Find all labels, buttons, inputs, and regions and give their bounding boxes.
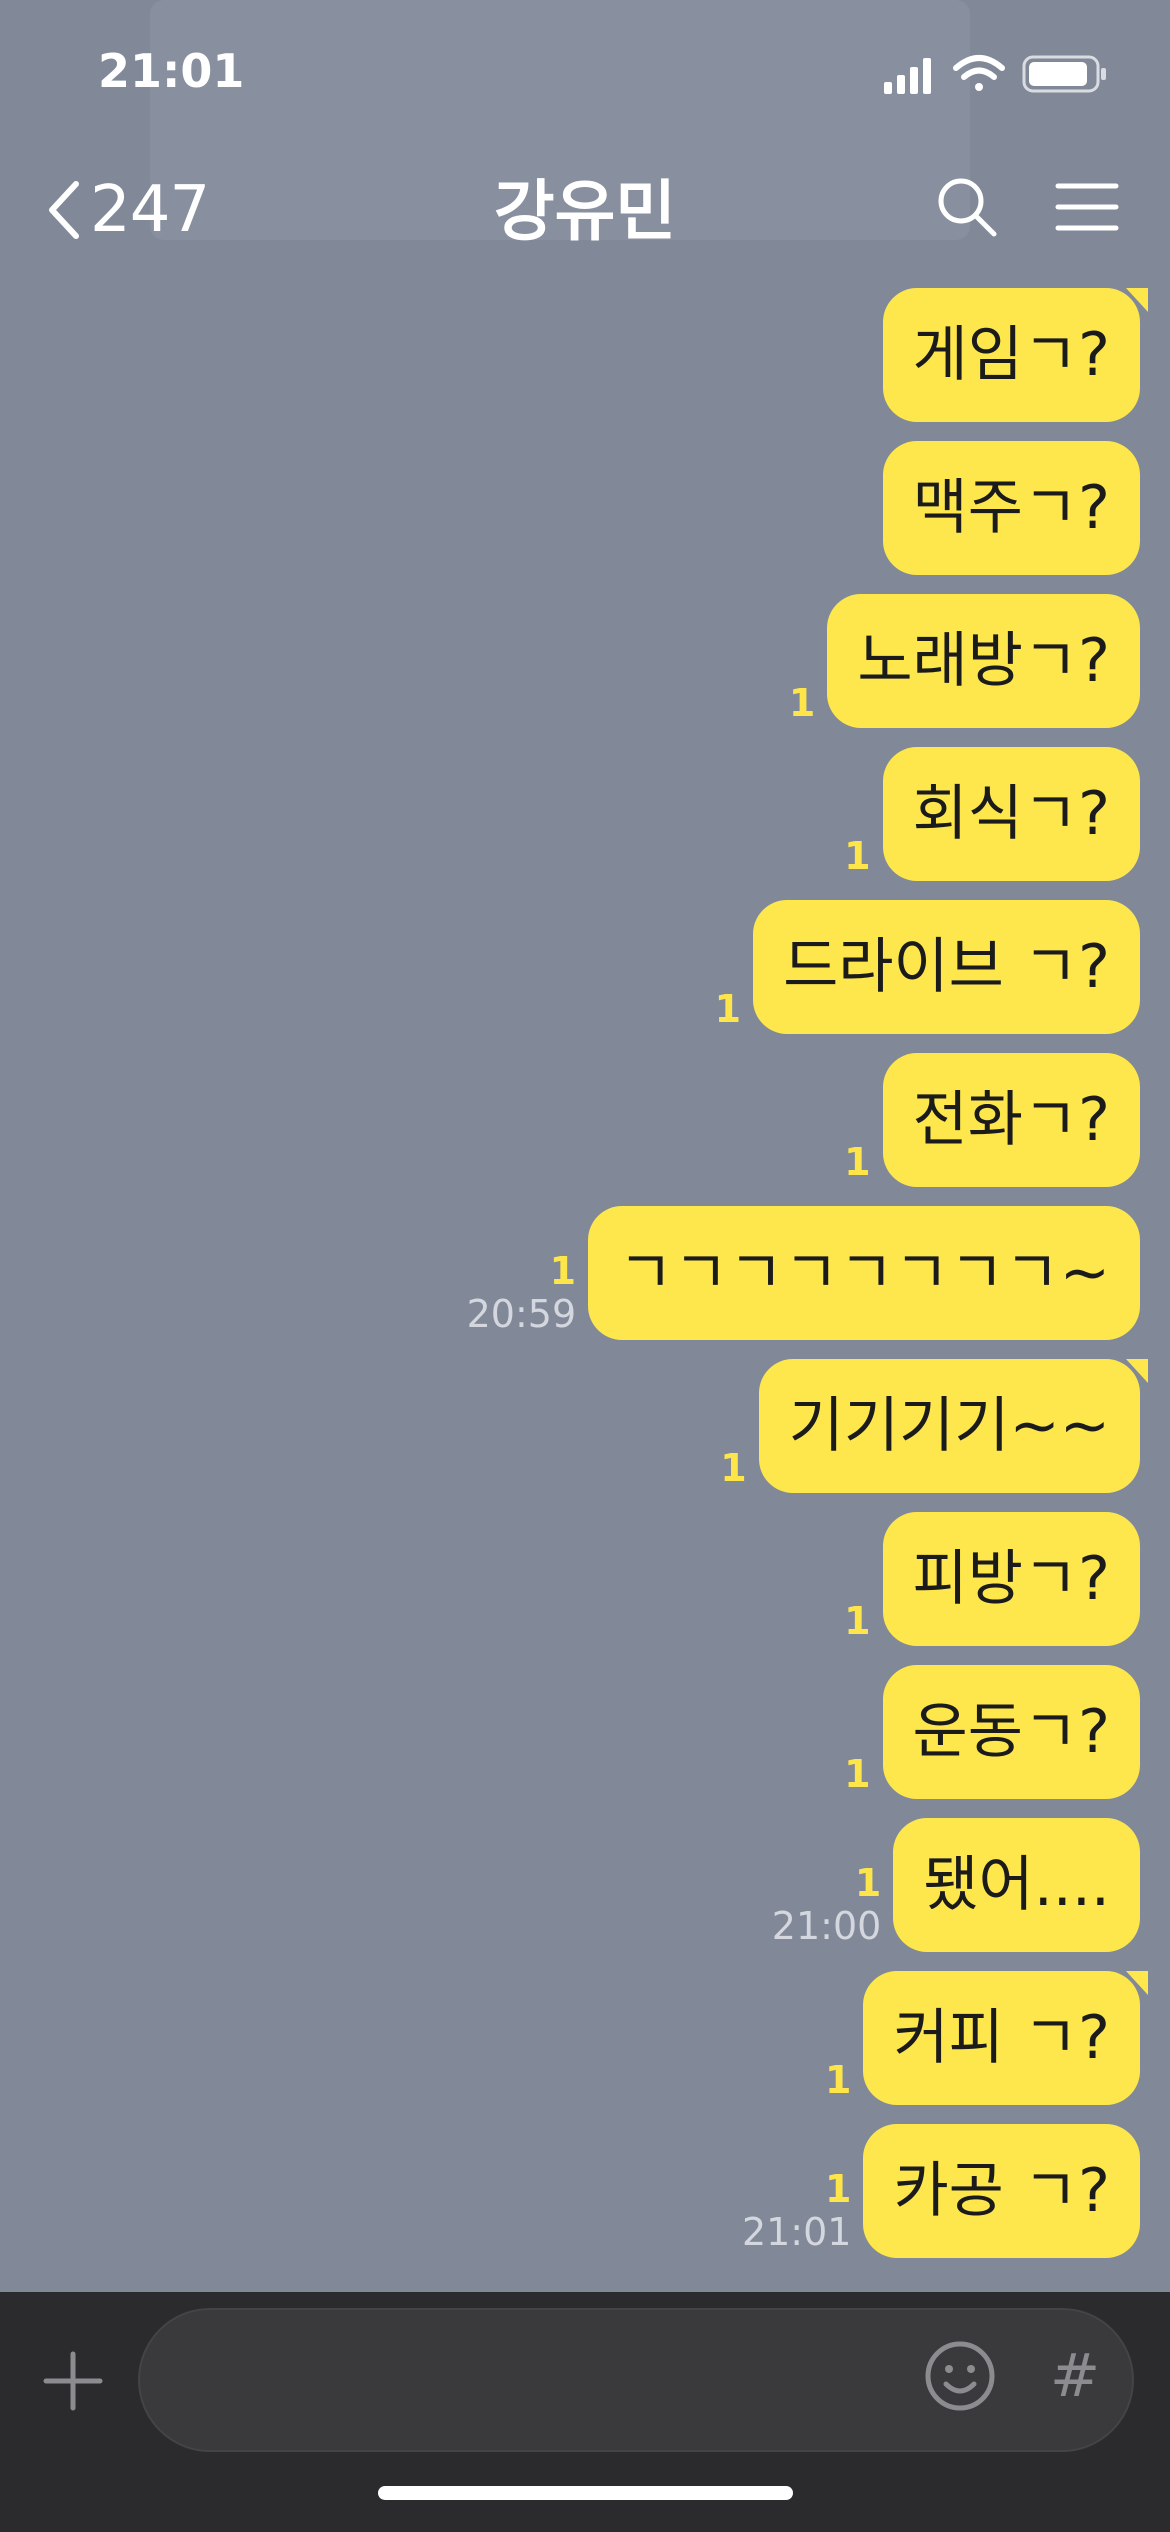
message-bubble[interactable]: 피방ㄱ? bbox=[882, 1512, 1140, 1646]
unread-count: 1 bbox=[549, 1249, 577, 1293]
wifi-icon bbox=[953, 55, 1005, 91]
message-meta: 1 bbox=[715, 988, 741, 1034]
plus-icon[interactable] bbox=[40, 2348, 106, 2414]
message-bubble[interactable]: 회식ㄱ? bbox=[882, 747, 1140, 881]
message-meta: 1 bbox=[844, 835, 870, 881]
message-bubble[interactable]: 됐어.... bbox=[893, 1818, 1140, 1952]
message-bubble[interactable]: ㄱㄱㄱㄱㄱㄱㄱㄱ~ bbox=[588, 1206, 1140, 1340]
unread-count: 1 bbox=[854, 1861, 882, 1905]
unread-count: 1 bbox=[844, 834, 871, 878]
unread-count: 1 bbox=[825, 2167, 852, 2211]
home-indicator bbox=[378, 2486, 793, 2500]
message-meta: 1 bbox=[789, 682, 815, 728]
unread-count: 1 bbox=[720, 1446, 747, 1490]
search-icon[interactable] bbox=[932, 172, 1002, 242]
message-row: 1 피방ㄱ? bbox=[844, 1512, 1140, 1646]
message-row: 1 노래방ㄱ? bbox=[789, 594, 1140, 728]
message-meta: 1 bbox=[844, 1753, 870, 1799]
message-row: 1 21:00 됐어.... bbox=[772, 1818, 1140, 1952]
message-meta: 1 bbox=[825, 2059, 851, 2105]
message-row: 1 전화ㄱ? bbox=[844, 1053, 1140, 1187]
message-bubble[interactable]: 노래방ㄱ? bbox=[827, 594, 1140, 728]
message-time: 21:00 bbox=[771, 1904, 882, 1948]
hash-icon[interactable]: # bbox=[1045, 2338, 1105, 2414]
unread-count: 1 bbox=[844, 1140, 871, 1184]
message-row: 1 드라이브 ㄱ? bbox=[715, 900, 1140, 1034]
chat-header: 247 강유민 bbox=[0, 150, 1170, 260]
message-row: 맥주ㄱ? bbox=[882, 441, 1140, 575]
message-bubble[interactable]: 운동ㄱ? bbox=[882, 1665, 1140, 1799]
unread-count: 1 bbox=[825, 2058, 852, 2102]
message-time: 21:01 bbox=[741, 2210, 852, 2254]
message-list: 게임ㄱ? 맥주ㄱ? 1 노래방ㄱ? 1 회식ㄱ? 1 드라이브 ㄱ? 1 전화ㄱ… bbox=[0, 280, 1170, 2280]
message-meta: 1 bbox=[720, 1447, 746, 1493]
message-row: 1 회식ㄱ? bbox=[844, 747, 1140, 881]
message-bubble[interactable]: 커피 ㄱ? bbox=[863, 1971, 1148, 2105]
message-bubble[interactable]: 맥주ㄱ? bbox=[882, 441, 1140, 575]
battery-icon bbox=[1022, 55, 1106, 93]
message-bubble[interactable]: 드라이브 ㄱ? bbox=[753, 900, 1140, 1034]
message-bubble[interactable]: 기기기기~~ bbox=[758, 1359, 1149, 1493]
menu-icon[interactable] bbox=[1052, 172, 1122, 242]
message-bubble[interactable]: 전화ㄱ? bbox=[882, 1053, 1140, 1187]
unread-count: 1 bbox=[788, 681, 816, 725]
message-meta: 1 21:01 bbox=[742, 2168, 852, 2258]
unread-count: 1 bbox=[714, 987, 742, 1031]
message-row: 게임ㄱ? bbox=[882, 288, 1149, 422]
message-bubble[interactable]: 카공 ㄱ? bbox=[863, 2124, 1140, 2258]
signal-icon bbox=[884, 58, 931, 94]
message-time: 20:59 bbox=[466, 1292, 577, 1336]
message-meta: 1 bbox=[844, 1600, 870, 1646]
status-time: 21:01 bbox=[98, 44, 245, 98]
status-bar: 21:01 bbox=[0, 0, 1170, 140]
message-bubble[interactable]: 게임ㄱ? bbox=[882, 288, 1149, 422]
message-row: 1 21:01 카공 ㄱ? bbox=[742, 2124, 1140, 2258]
message-row: 1 커피 ㄱ? bbox=[825, 1971, 1148, 2105]
emoji-icon[interactable] bbox=[922, 2338, 998, 2414]
message-meta: 1 20:59 bbox=[467, 1250, 577, 1340]
unread-count: 1 bbox=[844, 1752, 871, 1796]
status-icons bbox=[884, 55, 1106, 94]
message-row: 1 운동ㄱ? bbox=[844, 1665, 1140, 1799]
message-meta: 1 21:00 bbox=[772, 1862, 882, 1952]
message-row: 1 기기기기~~ bbox=[720, 1359, 1149, 1493]
message-row: 1 20:59 ㄱㄱㄱㄱㄱㄱㄱㄱ~ bbox=[467, 1206, 1140, 1340]
message-meta: 1 bbox=[844, 1141, 870, 1187]
unread-count: 1 bbox=[844, 1599, 871, 1643]
